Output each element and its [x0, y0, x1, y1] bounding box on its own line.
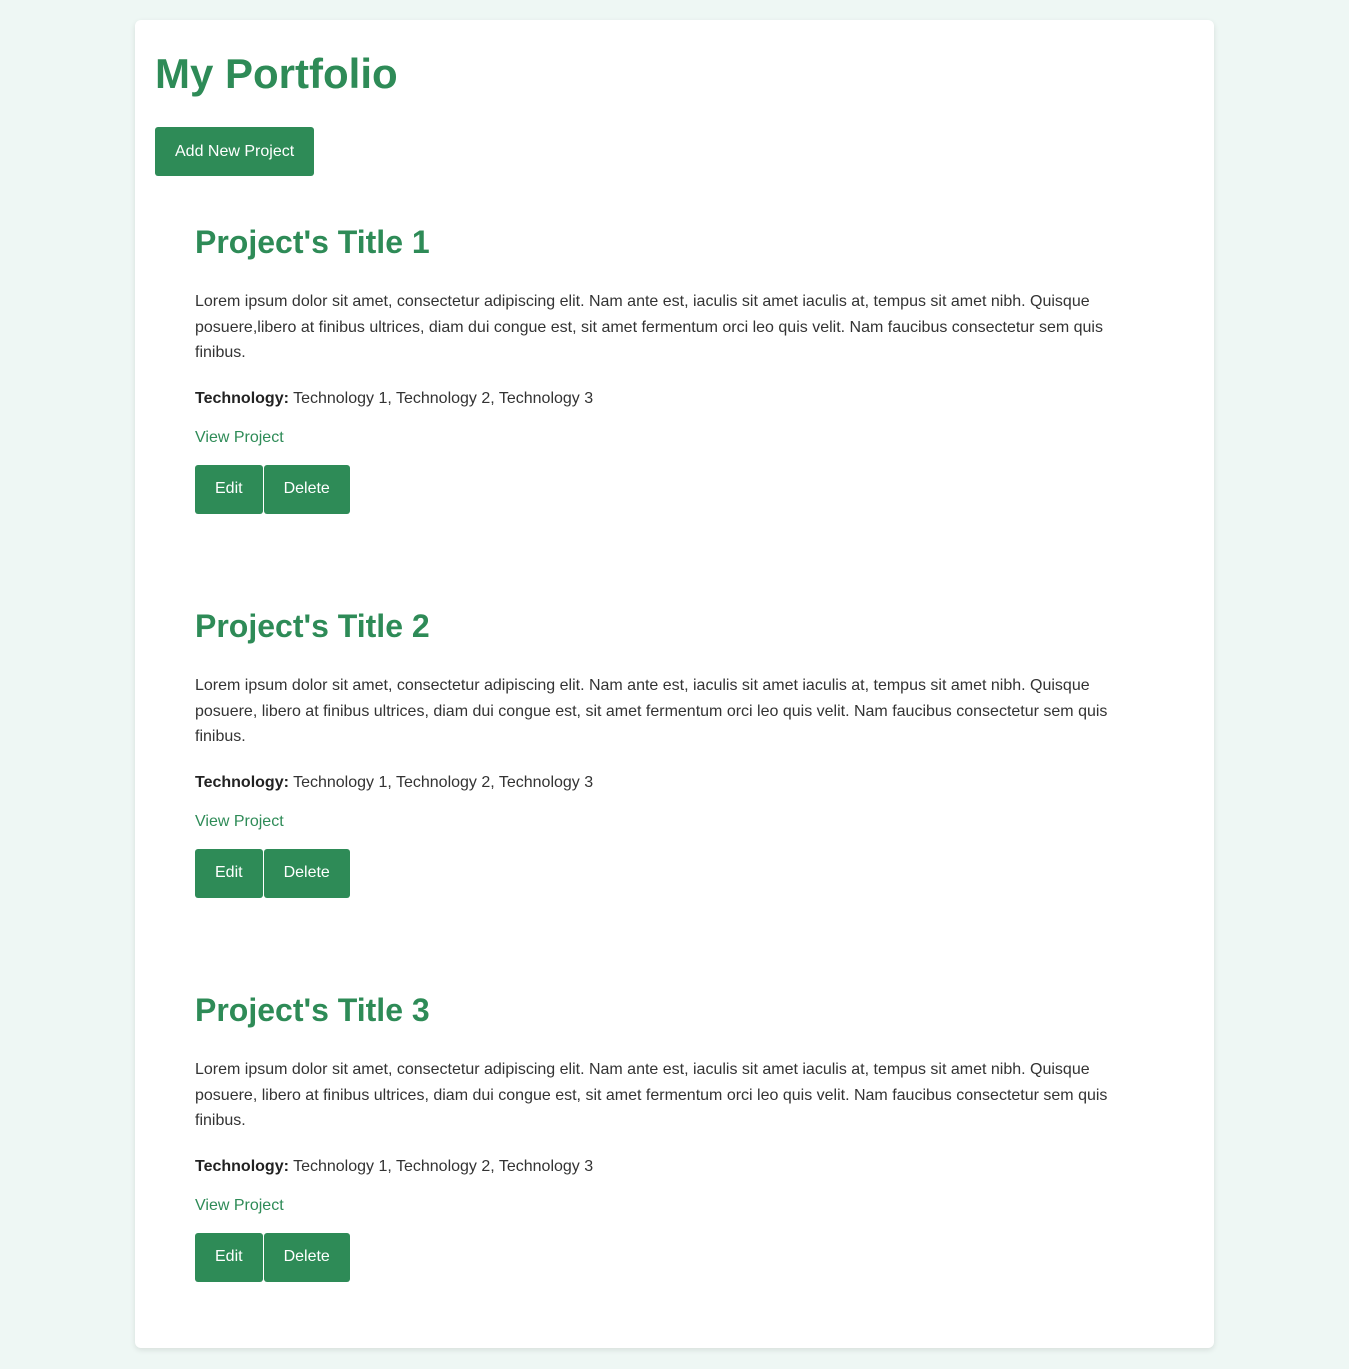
- project-description: Lorem ipsum dolor sit amet, consectetur …: [195, 293, 1103, 361]
- add-new-project-button[interactable]: Add New Project: [155, 127, 315, 176]
- technology-label: Technology:: [195, 389, 289, 407]
- project-description: Lorem ipsum dolor sit amet, consectetur …: [195, 677, 1108, 745]
- delete-button[interactable]: Delete: [263, 1232, 350, 1282]
- project-actions: Edit Delete: [195, 464, 1154, 514]
- edit-button[interactable]: Edit: [195, 464, 263, 514]
- project-title: Project's Title 1: [195, 224, 430, 260]
- delete-button[interactable]: Delete: [263, 464, 350, 514]
- project-technology: Technology: Technology 1, Technology 2, …: [195, 1157, 1154, 1177]
- project-list: Project's Title 1 Lorem ipsum dolor sit …: [155, 176, 1194, 1328]
- project-card: Project's Title 2 Lorem ipsum dolor sit …: [155, 560, 1194, 944]
- project-title: Project's Title 3: [195, 992, 430, 1028]
- edit-button[interactable]: Edit: [195, 1232, 263, 1282]
- project-technology: Technology: Technology 1, Technology 2, …: [195, 389, 1154, 409]
- project-title: Project's Title 2: [195, 608, 430, 644]
- view-project-link[interactable]: View Project: [195, 1196, 284, 1216]
- project-actions: Edit Delete: [195, 848, 1154, 898]
- project-card: Project's Title 1 Lorem ipsum dolor sit …: [155, 176, 1194, 560]
- page-title: My Portfolio: [155, 50, 398, 97]
- project-actions: Edit Delete: [195, 1232, 1154, 1282]
- project-card: Project's Title 3 Lorem ipsum dolor sit …: [155, 944, 1194, 1328]
- technology-label: Technology:: [195, 773, 289, 791]
- technology-list: Technology 1, Technology 2, Technology 3: [293, 1157, 594, 1175]
- view-project-link[interactable]: View Project: [195, 428, 284, 448]
- technology-label: Technology:: [195, 1157, 289, 1175]
- delete-button[interactable]: Delete: [263, 848, 350, 898]
- project-description: Lorem ipsum dolor sit amet, consectetur …: [195, 1061, 1108, 1129]
- view-project-link[interactable]: View Project: [195, 812, 284, 832]
- technology-list: Technology 1, Technology 2, Technology 3: [293, 389, 594, 407]
- portfolio-container: My Portfolio Add New Project Project's T…: [135, 20, 1214, 1348]
- technology-list: Technology 1, Technology 2, Technology 3: [293, 773, 594, 791]
- project-technology: Technology: Technology 1, Technology 2, …: [195, 773, 1154, 793]
- edit-button[interactable]: Edit: [195, 848, 263, 898]
